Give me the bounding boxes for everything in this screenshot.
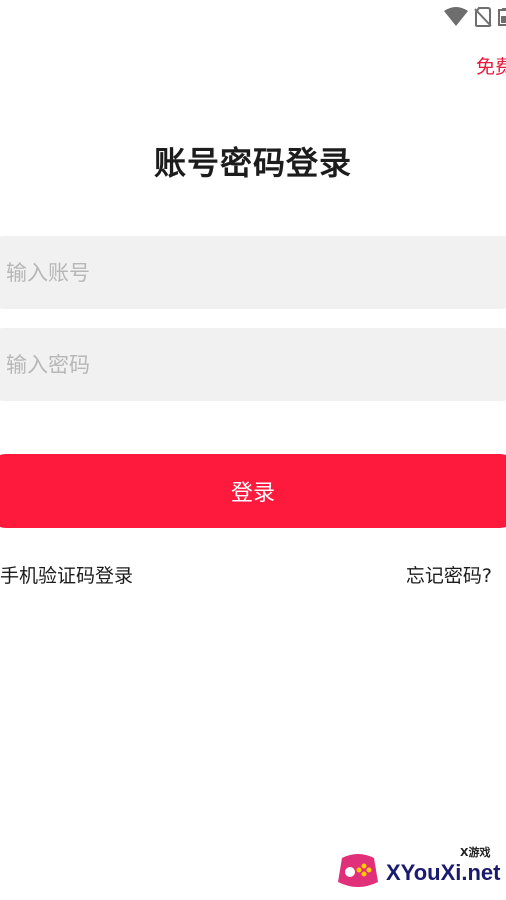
status-bar [416,6,506,28]
forgot-password-link[interactable]: 忘记密码? [406,561,492,588]
login-button[interactable]: 登录 [0,454,506,528]
no-sim-icon [474,7,492,27]
page-title: 账号密码登录 [153,144,352,182]
wifi-icon [444,7,468,26]
account-field[interactable] [0,236,506,309]
password-input[interactable] [0,328,506,401]
watermark-main-text: XYouXi.net [386,860,501,885]
watermark-sub-text: X游戏 [460,846,491,859]
password-field[interactable] [0,328,506,401]
battery-icon [498,8,506,26]
account-input[interactable] [0,236,506,309]
watermark-logo: X游戏 XYouXi.net [334,840,502,896]
sms-login-link[interactable]: 手机验证码登录 [0,561,133,588]
free-register-link[interactable]: 免费 [476,52,506,79]
gamepad-logo-icon [338,854,378,887]
